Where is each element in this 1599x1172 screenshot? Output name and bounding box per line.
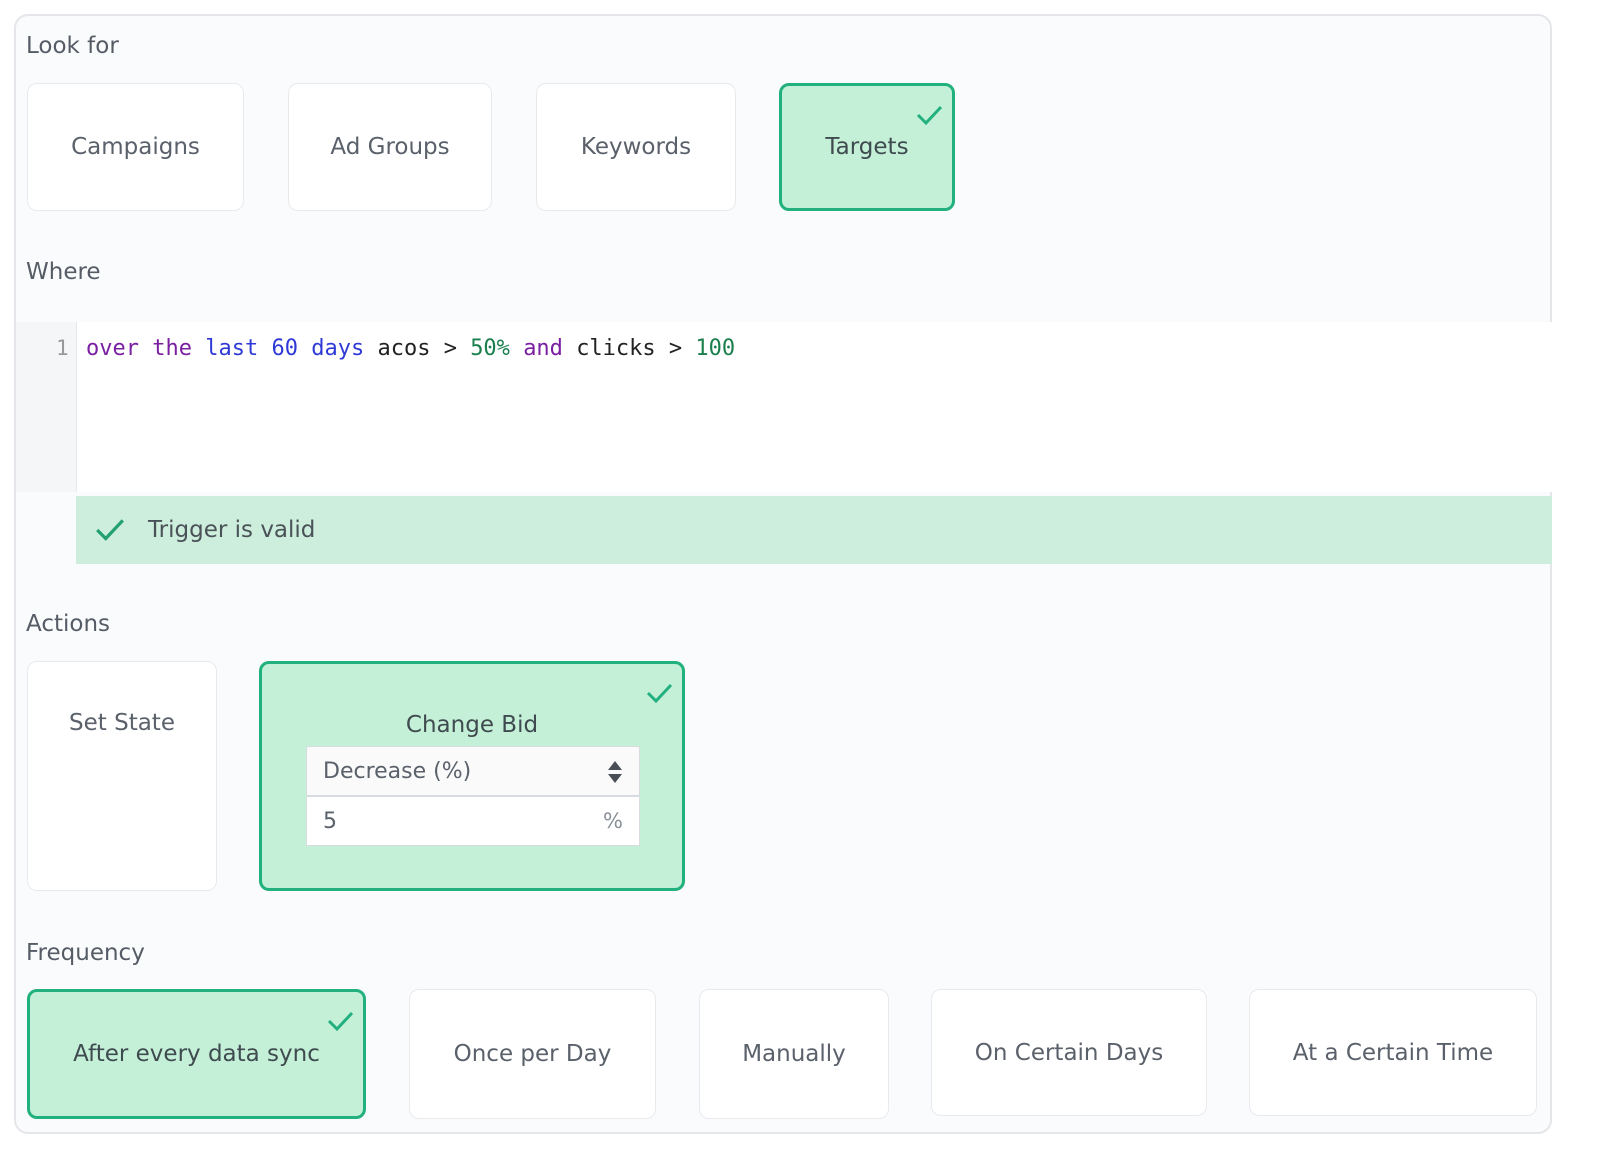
code-token: >: [668, 336, 683, 361]
frequency-label: Frequency: [26, 940, 145, 966]
code-token: >: [443, 336, 457, 361]
frequency-manually[interactable]: Manually: [699, 989, 889, 1119]
where-label: Where: [26, 259, 101, 285]
check-icon: [96, 519, 124, 541]
frequency-once-per-day-label: Once per Day: [453, 1041, 612, 1067]
frequency-at-certain-time-label: At a Certain Time: [1292, 1039, 1494, 1066]
validation-text: Trigger is valid: [148, 517, 316, 543]
code-token: the: [152, 336, 192, 361]
frequency-on-certain-days[interactable]: On Certain Days: [931, 989, 1207, 1116]
actions-label: Actions: [26, 611, 111, 637]
option-campaigns[interactable]: Campaigns: [27, 83, 244, 211]
code-token: last: [205, 336, 259, 361]
sort-arrows-icon: [608, 761, 622, 783]
bid-value-input[interactable]: 5 %: [306, 796, 640, 846]
option-targets[interactable]: Targets: [779, 83, 955, 211]
frequency-on-certain-days-label: On Certain Days: [974, 1039, 1164, 1066]
code-token: clicks: [576, 336, 656, 361]
action-set-state-label: Set State: [69, 710, 175, 736]
code-token: and: [523, 336, 563, 361]
check-icon: [916, 105, 943, 126]
code-token: over: [86, 336, 139, 361]
trigger-code[interactable]: over the last 60 days acos > 50% and cli…: [86, 336, 735, 361]
frequency-once-per-day[interactable]: Once per Day: [409, 989, 656, 1119]
line-number: 1: [56, 336, 69, 360]
code-token: days: [311, 336, 365, 361]
code-token: 60: [271, 336, 298, 361]
code-token: acos: [377, 336, 431, 361]
look-for-label: Look for: [26, 33, 119, 59]
code-token: 50%: [470, 336, 510, 361]
option-keywords[interactable]: Keywords: [536, 83, 736, 211]
option-targets-label: Targets: [825, 134, 909, 160]
action-change-bid-label: Change Bid: [405, 712, 539, 738]
bid-mode-value: Decrease (%): [323, 758, 472, 784]
trigger-editor[interactable]: 1 over the last 60 days acos > 50% and c…: [16, 322, 1552, 492]
frequency-after-data-sync[interactable]: After every data sync: [27, 989, 366, 1119]
code-token: 100: [695, 336, 736, 361]
bid-value: 5: [323, 808, 337, 834]
check-icon: [646, 683, 673, 704]
action-set-state[interactable]: Set State: [27, 661, 217, 891]
frequency-after-data-sync-label: After every data sync: [73, 1041, 320, 1067]
option-ad-groups-label: Ad Groups: [330, 134, 450, 160]
check-icon: [327, 1011, 354, 1032]
percent-unit: %: [603, 809, 623, 833]
option-ad-groups[interactable]: Ad Groups: [288, 83, 492, 211]
option-keywords-label: Keywords: [580, 134, 692, 160]
option-campaigns-label: Campaigns: [71, 134, 200, 160]
frequency-at-certain-time[interactable]: At a Certain Time: [1249, 989, 1537, 1116]
bid-mode-select[interactable]: Decrease (%): [306, 746, 640, 796]
frequency-manually-label: Manually: [742, 1041, 846, 1067]
validation-banner: Trigger is valid: [76, 496, 1552, 564]
